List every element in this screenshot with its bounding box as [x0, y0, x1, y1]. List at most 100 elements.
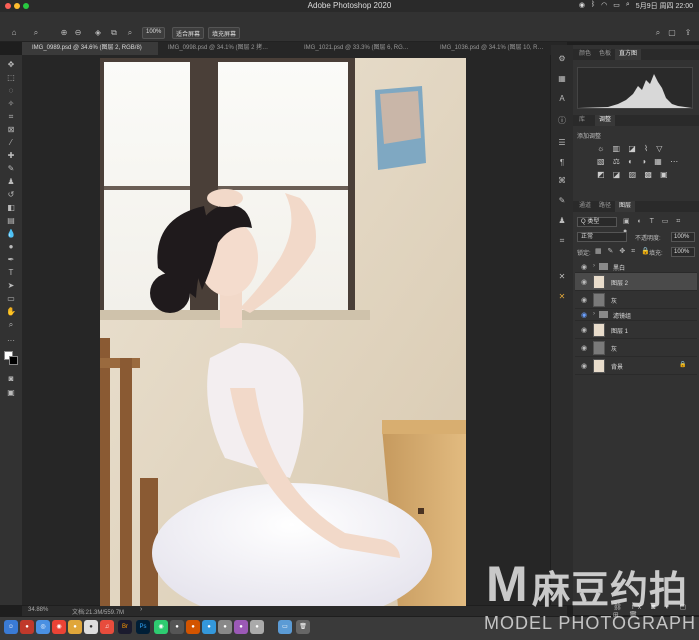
- tab-paths[interactable]: 路径: [595, 201, 615, 212]
- gradient-tool-icon[interactable]: ▤: [4, 215, 18, 226]
- chevron-right-icon[interactable]: ›: [593, 311, 595, 317]
- status-arrow-icon[interactable]: ›: [140, 606, 142, 613]
- layer-filter-icons[interactable]: ▣ ◐ T ▭ ⌗ ●: [623, 217, 693, 235]
- lock-icons[interactable]: ▦ ✎ ✥ ⌗ 🔒: [595, 247, 652, 256]
- shape-tool-icon[interactable]: ▭: [4, 293, 18, 304]
- adjustment-row-3[interactable]: ◩ ◪ ▨ ▩ ▣: [597, 168, 687, 181]
- hand-tool-icon[interactable]: ✋: [4, 306, 18, 317]
- fit-screen-button[interactable]: 适合屏幕: [172, 27, 205, 39]
- status-zoom[interactable]: 34.88%: [28, 607, 48, 613]
- chevron-right-icon[interactable]: ›: [593, 263, 595, 269]
- screen-mode-icon[interactable]: ▣: [4, 387, 18, 398]
- layer-row-background[interactable]: ◉ 背景 🔒: [575, 357, 697, 375]
- layer-row-group-bw[interactable]: ◉ › 黑白: [575, 261, 697, 273]
- fill-input[interactable]: 100%: [671, 247, 695, 257]
- app-orange-icon[interactable]: ●: [68, 620, 82, 634]
- layer-row-layer2[interactable]: ◉ 图层 2: [575, 273, 697, 291]
- document-photo[interactable]: [100, 58, 466, 607]
- music-icon[interactable]: ♫: [100, 620, 114, 634]
- tab-swatches[interactable]: 色板: [595, 49, 615, 60]
- eye-icon[interactable]: ◉: [581, 362, 587, 370]
- eye-icon[interactable]: ◉: [581, 326, 587, 334]
- marquee-tool-icon[interactable]: ⬚: [4, 72, 18, 83]
- stamp-tool-icon[interactable]: ♟: [4, 176, 18, 187]
- more-tools-icon[interactable]: ···: [4, 335, 18, 346]
- zoom-in-icon[interactable]: ⊕: [58, 27, 70, 39]
- paragraph-icon[interactable]: ¶: [556, 157, 568, 169]
- tab-doc-3[interactable]: IMG_1021.psd @ 33.3% (图层 6, RG…: [294, 42, 430, 55]
- app-light-icon[interactable]: ●: [250, 620, 264, 634]
- eye-icon[interactable]: ◉: [581, 278, 587, 286]
- lasso-tool-icon[interactable]: ◌: [4, 85, 18, 96]
- layer-row-group-filter[interactable]: ◉ › 滤镜组: [575, 309, 697, 321]
- wechat-icon[interactable]: ◉: [579, 1, 585, 11]
- trash-icon[interactable]: 🗑: [296, 620, 310, 634]
- zoom-all-icon[interactable]: ⧉: [108, 27, 120, 39]
- plugin-x-icon[interactable]: ✕: [556, 271, 568, 283]
- magic-wand-icon[interactable]: ✧: [4, 98, 18, 109]
- eyedropper-icon[interactable]: ⁄: [4, 137, 18, 148]
- bluetooth-icon[interactable]: ᛒ: [591, 1, 595, 11]
- app-purple-icon[interactable]: ●: [234, 620, 248, 634]
- tab-color[interactable]: 颜色: [575, 49, 595, 60]
- layer-filter-select[interactable]: Q 类型: [577, 217, 617, 227]
- healing-brush-icon[interactable]: ✚: [4, 150, 18, 161]
- eye-icon[interactable]: ◉: [581, 344, 587, 352]
- layer-row-gray-1[interactable]: ◉ 灰: [575, 291, 697, 309]
- chrome-icon[interactable]: ◉: [52, 620, 66, 634]
- frame-tool-icon[interactable]: ⊠: [4, 124, 18, 135]
- crop-tool-icon[interactable]: ⌗: [4, 111, 18, 122]
- wifi-icon[interactable]: ◠: [601, 1, 607, 11]
- layer-row-gray-2[interactable]: ◉ 灰: [575, 339, 697, 357]
- battery-icon[interactable]: ▭: [613, 1, 620, 11]
- wechat-icon[interactable]: ◉: [154, 620, 168, 634]
- layer-row-layer1[interactable]: ◉ 图层 1: [575, 321, 697, 339]
- app-red-icon[interactable]: ●: [20, 620, 34, 634]
- quick-mask-icon[interactable]: ◙: [4, 373, 18, 384]
- adjustment-row-1[interactable]: ☼ ▥ ◪ ⌇ ▽: [597, 142, 687, 155]
- tab-layers[interactable]: 图层: [615, 201, 636, 212]
- info-icon[interactable]: ⓘ: [556, 115, 568, 127]
- properties-icon[interactable]: ☰: [556, 137, 568, 149]
- brush-tool-icon[interactable]: ✎: [4, 163, 18, 174]
- tab-libraries[interactable]: 库: [575, 115, 589, 126]
- resize-windows-icon[interactable]: ◈: [92, 27, 104, 39]
- safari-icon[interactable]: ◎: [36, 620, 50, 634]
- adjustment-row-2[interactable]: ▧ ⚖ ◐ ◑ ▦ ⋯: [597, 155, 687, 168]
- tab-adjustments[interactable]: 调整: [595, 115, 616, 126]
- tab-histogram[interactable]: 直方图: [615, 49, 642, 60]
- tab-doc-4[interactable]: IMG_1036.psd @ 34.1% (图层 10, R…: [430, 42, 567, 55]
- opacity-input[interactable]: 100%: [671, 232, 695, 242]
- bridge-icon[interactable]: Br: [118, 620, 132, 634]
- tab-doc-1[interactable]: IMG_0989.psd @ 34.6% (图层 2, RGB/8): [22, 42, 158, 55]
- actions-icon[interactable]: ⚙: [556, 53, 568, 65]
- zoom-tool-icon[interactable]: ⌕: [4, 319, 18, 330]
- zoom-tool-icon[interactable]: ⌕: [30, 27, 42, 39]
- app-blue-icon[interactable]: ●: [202, 620, 216, 634]
- adjustment-icons-grid[interactable]: ☼ ▥ ◪ ⌇ ▽ ▧ ⚖ ◐ ◑ ▦ ⋯ ◩ ◪ ▨ ▩ ▣: [597, 142, 687, 181]
- background-color-swatch[interactable]: [9, 356, 18, 365]
- share-icon[interactable]: ⇪: [682, 27, 694, 39]
- zoom-out-icon[interactable]: ⊖: [72, 27, 84, 39]
- tab-doc-2[interactable]: IMG_0998.psd @ 34.1% (图层 2 拷…: [158, 42, 294, 55]
- dodge-tool-icon[interactable]: ●: [4, 241, 18, 252]
- plugin-tools-icon[interactable]: ✕: [556, 291, 568, 303]
- app-photos-icon[interactable]: ●: [218, 620, 232, 634]
- path-select-icon[interactable]: ➤: [4, 280, 18, 291]
- blend-mode-select[interactable]: 正常: [577, 232, 627, 242]
- brushes-icon[interactable]: ✎: [556, 195, 568, 207]
- finder-icon[interactable]: ☺: [4, 620, 18, 634]
- glyphs-icon[interactable]: ⌘: [556, 175, 568, 187]
- search-icon[interactable]: ⌕: [652, 27, 664, 39]
- folder-icon[interactable]: ▭: [278, 620, 292, 634]
- eraser-tool-icon[interactable]: ◧: [4, 202, 18, 213]
- history-brush-icon[interactable]: ↺: [4, 189, 18, 200]
- scrubby-zoom-icon[interactable]: ⌕: [124, 27, 136, 39]
- photoshop-icon[interactable]: Ps: [136, 620, 150, 634]
- eye-icon[interactable]: ◉: [581, 311, 587, 319]
- clone-source-icon[interactable]: ♟: [556, 215, 568, 227]
- search-icon[interactable]: ⌕: [626, 1, 630, 11]
- eye-icon[interactable]: ◉: [581, 263, 587, 271]
- type-tool-icon[interactable]: T: [4, 267, 18, 278]
- blur-tool-icon[interactable]: 💧: [4, 228, 18, 239]
